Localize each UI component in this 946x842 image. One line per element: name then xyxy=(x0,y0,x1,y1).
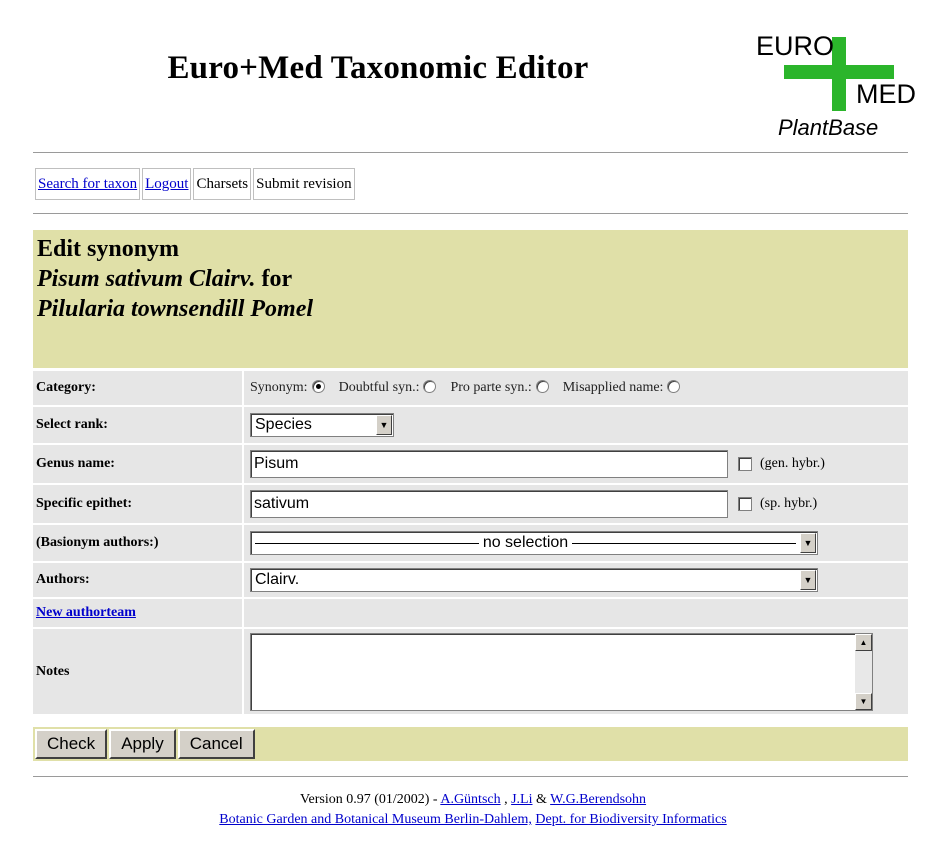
category-synonym: Synonym: xyxy=(250,380,331,396)
basionym-label: (Basionym authors:) xyxy=(33,525,244,561)
category-row: Category: Synonym: Doubtful syn.: Pro pa… xyxy=(33,369,908,405)
rank-row: Select rank: Species ▼ xyxy=(33,405,908,443)
genus-name-input[interactable]: Pisum xyxy=(250,450,728,478)
synonym-name: Pisum sativum Clairv. xyxy=(37,266,256,292)
divider-bottom xyxy=(33,776,908,778)
chevron-down-icon[interactable]: ▼ xyxy=(800,533,816,553)
notes-row: Notes ▲ ▼ xyxy=(33,627,908,714)
doubtful-syn-radio[interactable] xyxy=(423,380,437,394)
rank-label: Select rank: xyxy=(33,407,244,443)
rank-value: Species xyxy=(255,416,312,433)
author-guentsch-link[interactable]: A.Güntsch xyxy=(440,792,500,807)
footer-line-2: Botanic Garden and Botanical Museum Berl… xyxy=(0,810,946,830)
authors-row: Authors: Clairv. ▼ xyxy=(33,561,908,597)
nav-logout-cell: Logout xyxy=(142,168,192,200)
nav-search-cell: Search for taxon xyxy=(35,168,141,200)
scroll-down-icon[interactable]: ▼ xyxy=(855,692,872,710)
rank-select[interactable]: Species ▼ xyxy=(250,413,394,437)
basionym-value: no selection xyxy=(482,534,569,551)
category-misapplied-label: Misapplied name: xyxy=(562,380,664,395)
divider-nav xyxy=(33,213,908,215)
check-button[interactable]: Check xyxy=(35,729,108,759)
epithet-label: Specific epithet: xyxy=(33,485,244,523)
footer: Version 0.97 (01/2002) - A.Güntsch , J.L… xyxy=(0,790,946,830)
logo-euro-text: EURO xyxy=(756,31,835,61)
sp-hybrid-checkbox[interactable] xyxy=(738,497,752,511)
category-options: Synonym: Doubtful syn.: Pro parte syn.: … xyxy=(244,371,908,405)
basionym-no-selection: no selection xyxy=(251,534,800,552)
new-authorteam-row: New authorteam xyxy=(33,597,908,627)
button-bar: Check Apply Cancel xyxy=(33,727,908,761)
logo-cross-horizontal xyxy=(784,65,894,79)
page-title: Euro+Med Taxonomic Editor xyxy=(167,50,589,86)
basionym-authors-select[interactable]: no selection ▼ xyxy=(250,531,818,555)
basionym-row: (Basionym authors:) no selection ▼ xyxy=(33,523,908,561)
author-li-link[interactable]: J.Li xyxy=(511,792,532,807)
divider-top xyxy=(33,152,908,154)
separator-line xyxy=(572,542,797,544)
specific-epithet-input[interactable]: sativum xyxy=(250,490,728,518)
edit-form: Category: Synonym: Doubtful syn.: Pro pa… xyxy=(33,369,908,714)
chevron-down-icon[interactable]: ▼ xyxy=(800,570,816,590)
new-authorteam-link[interactable]: New authorteam xyxy=(36,605,136,621)
footer-line-1: Version 0.97 (01/2002) - A.Güntsch , J.L… xyxy=(0,790,946,810)
genus-row: Genus name: Pisum (gen. hybr.) xyxy=(33,443,908,483)
accepted-name-line: Pilularia townsendill Pomel xyxy=(37,294,904,324)
notes-label: Notes xyxy=(33,629,244,714)
authors-select[interactable]: Clairv. ▼ xyxy=(250,568,818,592)
notes-scrollbar[interactable]: ▲ ▼ xyxy=(855,633,872,710)
footer-sep-1: , xyxy=(500,792,512,807)
apply-button[interactable]: Apply xyxy=(109,729,176,759)
version-text: Version 0.97 (01/2002) - xyxy=(299,792,441,807)
title-block: Edit synonym Pisum sativum Clairv. for P… xyxy=(33,230,908,368)
cancel-button[interactable]: Cancel xyxy=(177,729,255,759)
biodiversity-informatics-link[interactable]: Dept. for Biodiversity Informatics xyxy=(535,812,726,827)
authors-label: Authors: xyxy=(33,563,244,597)
gen-hybrid-checkbox[interactable] xyxy=(738,457,752,471)
accepted-name: Pilularia townsendill Pomel xyxy=(37,296,314,322)
misapplied-name-radio[interactable] xyxy=(667,380,681,394)
notes-textarea[interactable]: ▲ ▼ xyxy=(250,632,873,711)
category-misapplied: Misapplied name: xyxy=(563,380,687,396)
category-label: Category: xyxy=(33,371,244,405)
category-doubtful: Doubtful syn.: xyxy=(339,380,443,396)
epithet-row: Specific epithet: sativum (sp. hybr.) xyxy=(33,483,908,523)
genus-label: Genus name: xyxy=(33,445,244,483)
synonym-radio[interactable] xyxy=(311,380,325,394)
synonym-name-line: Pisum sativum Clairv. for xyxy=(37,264,904,294)
search-for-taxon-link[interactable]: Search for taxon xyxy=(38,176,137,192)
nav-bar: Search for taxon Logout Charsets Submit … xyxy=(35,168,357,200)
category-pro-parte: Pro parte syn.: xyxy=(450,380,554,396)
footer-sep-2: & xyxy=(532,792,551,807)
sp-hybrid-label: (sp. hybr.) xyxy=(760,496,818,511)
authors-value: Clairv. xyxy=(255,571,300,588)
new-authorteam-cell: New authorteam xyxy=(33,599,244,627)
separator-line xyxy=(255,542,479,544)
category-doubtful-label: Doubtful syn.: xyxy=(338,380,420,395)
author-berendsohn-link[interactable]: W.G.Berendsohn xyxy=(550,792,646,807)
pro-parte-syn-radio[interactable] xyxy=(535,380,549,394)
logout-link[interactable]: Logout xyxy=(145,176,188,192)
for-text: for xyxy=(255,266,293,292)
logo-plantbase-text: PlantBase xyxy=(778,115,879,140)
nav-submit-revision: Submit revision xyxy=(253,168,355,200)
scroll-up-icon[interactable]: ▲ xyxy=(855,633,872,651)
category-pro-parte-label: Pro parte syn.: xyxy=(450,380,532,395)
gen-hybrid-label: (gen. hybr.) xyxy=(760,456,825,471)
edit-synonym-heading: Edit synonym xyxy=(37,236,180,262)
nav-charsets: Charsets xyxy=(193,168,252,200)
botanic-garden-link[interactable]: Botanic Garden and Botanical Museum Berl… xyxy=(219,812,532,827)
category-synonym-label: Synonym: xyxy=(250,380,308,395)
logo-med-text: MED xyxy=(856,79,916,109)
euro-med-logo: EURO MED PlantBase xyxy=(752,31,916,140)
chevron-down-icon[interactable]: ▼ xyxy=(376,415,392,435)
